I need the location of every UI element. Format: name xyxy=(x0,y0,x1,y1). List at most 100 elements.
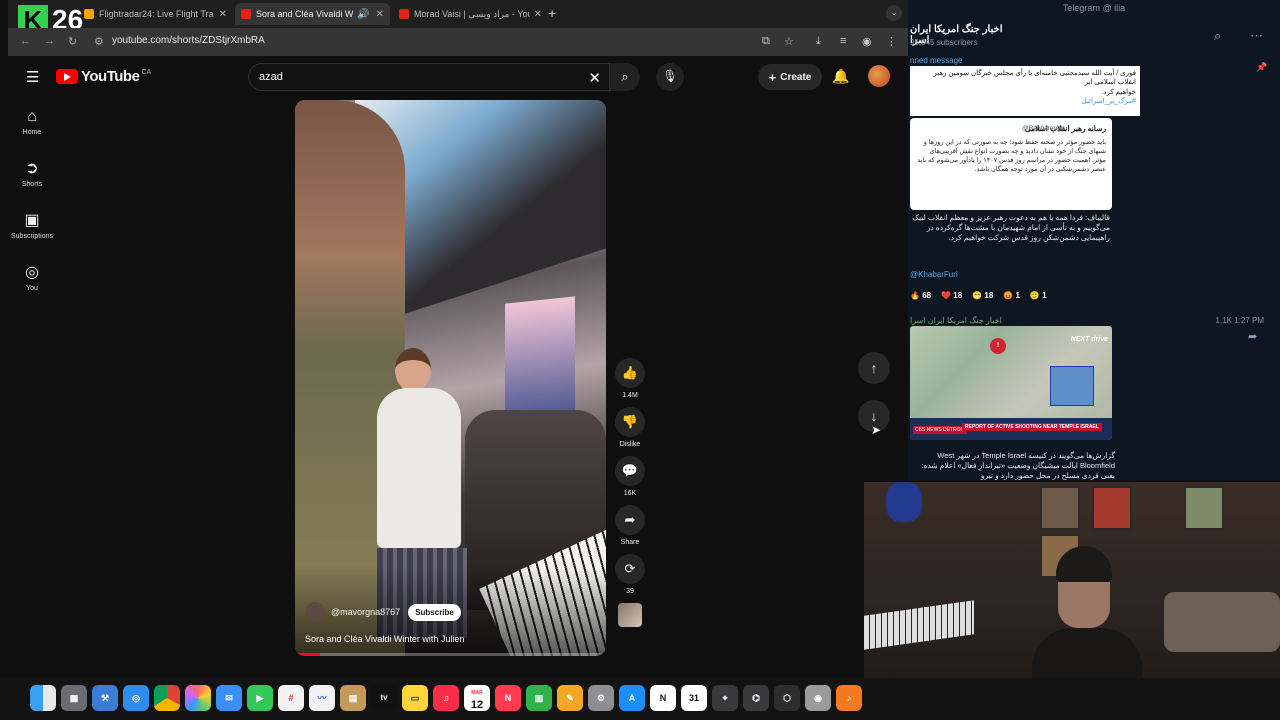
bookmark-star-icon[interactable]: ☆ xyxy=(784,35,794,48)
network-tool-icon[interactable]: ⌖ xyxy=(712,685,738,711)
search-icon: ⌕ xyxy=(621,69,629,84)
hashtag-link[interactable]: #مرگ_بر_اسرائیل xyxy=(914,97,1136,106)
like-button[interactable]: 👍 1.4M xyxy=(612,358,648,399)
tab-title: Sora and Cléa Vivaldi Win xyxy=(256,9,354,19)
site-info-icon[interactable]: ⚙ xyxy=(94,35,104,48)
stickies-icon[interactable]: ▭ xyxy=(402,685,428,711)
unity-icon[interactable]: ⬡ xyxy=(774,685,800,711)
profile-icon[interactable]: ◉ xyxy=(862,35,872,48)
reading-list-icon[interactable]: ≡ xyxy=(840,35,846,47)
close-tab-icon[interactable]: ✕ xyxy=(376,9,384,20)
search-icon[interactable]: ⌕ xyxy=(1214,28,1221,44)
post-author[interactable]: اخبار جنگ امریکا ایران اسرا xyxy=(910,316,1002,325)
reload-icon[interactable]: ↻ xyxy=(68,35,77,48)
more-options-icon[interactable]: ⋯ xyxy=(1250,28,1263,44)
search-query: azad xyxy=(259,71,283,83)
guide-item-you[interactable]: ◎ You xyxy=(8,262,56,292)
back-icon[interactable]: ← xyxy=(20,35,31,47)
source-link[interactable]: @KhabarFuri xyxy=(910,270,958,279)
news-caption: گزارش‌ها می‌گویند در کنیسه Temple Israel… xyxy=(921,451,1115,480)
tab-morad-vaisi[interactable]: Morad Vaisi | مراد ویسی - YouT ✕ xyxy=(393,3,548,25)
pinned-text: فوری / آیت الله سیدمجتبی خامنه‌ای با رأی… xyxy=(933,70,1136,87)
finder-icon[interactable] xyxy=(30,685,56,711)
notes-folder-icon[interactable]: ▤ xyxy=(340,685,366,711)
short-video-player[interactable]: @mavorgna8767 Subscribe Sora and Cléa Vi… xyxy=(295,100,606,656)
pin-icon[interactable]: 📌 xyxy=(1256,62,1267,73)
voice-search-button[interactable]: 🎙 xyxy=(656,63,684,91)
avatar[interactable] xyxy=(868,65,890,87)
calendar-31-icon[interactable]: 31 xyxy=(681,685,707,711)
channel-avatar[interactable] xyxy=(305,602,325,622)
disk-utility-icon[interactable]: ◉ xyxy=(805,685,831,711)
reaction-fire[interactable]: 🔥 68 xyxy=(910,291,931,300)
freeform-icon[interactable]: 〰 xyxy=(309,685,335,711)
tab-youtube-short[interactable]: Sora and Cléa Vivaldi Win 🔊 ✕ xyxy=(235,3,390,25)
search-button[interactable]: ⌕ xyxy=(610,63,640,91)
comments-button[interactable]: 💬 16K xyxy=(612,456,648,497)
close-tab-icon[interactable]: ✕ xyxy=(219,9,227,20)
network-tool-2-icon[interactable]: ⌬ xyxy=(743,685,769,711)
reaction-laugh[interactable]: 😁 18 xyxy=(972,291,993,300)
news-image[interactable]: ! NEXT drive CBS NEWS DETROIT REPORT OF … xyxy=(910,326,1112,440)
reaction-smile[interactable]: 🙂 1 xyxy=(1030,291,1047,300)
calendar-icon[interactable]: MAR 12 xyxy=(464,685,490,711)
guide-item-shorts[interactable]: ➲ Shorts xyxy=(8,158,56,188)
notion-icon[interactable]: N xyxy=(650,685,676,711)
guide-item-home[interactable]: ⌂ Home xyxy=(8,108,56,136)
facetime-icon[interactable]: ▶ xyxy=(247,685,273,711)
app-store-icon[interactable]: A xyxy=(619,685,645,711)
tab-search-button[interactable]: ⌄ xyxy=(886,5,902,21)
chrome-icon[interactable] xyxy=(154,685,180,711)
subscribe-button[interactable]: Subscribe xyxy=(408,603,461,621)
audio-icon[interactable]: 🔊 xyxy=(357,9,369,20)
system-settings-icon[interactable]: ⚙ xyxy=(588,685,614,711)
photos-icon[interactable] xyxy=(185,685,211,711)
install-icon[interactable]: ⧉ xyxy=(762,35,770,48)
xcode-icon[interactable]: ⚒ xyxy=(92,685,118,711)
guide-label: Subscriptions xyxy=(10,233,54,240)
forward-icon[interactable]: ➦ xyxy=(1248,330,1257,343)
youtube-logo[interactable]: YouTube CA xyxy=(56,68,151,85)
numbers-icon[interactable]: ▥ xyxy=(526,685,552,711)
clear-search-icon[interactable]: ✕ xyxy=(588,69,601,87)
news-icon[interactable]: N xyxy=(495,685,521,711)
forward-icon[interactable]: → xyxy=(44,35,55,47)
apple-tv-icon[interactable]: tv xyxy=(371,685,397,711)
share-button[interactable]: ➦ Share xyxy=(612,505,648,546)
video-title[interactable]: Sora and Cléa Vivaldi Winter with Julien xyxy=(305,634,464,644)
remix-button[interactable]: ⟳ 39 xyxy=(612,554,648,595)
channel-name[interactable]: @mavorgna8767 xyxy=(331,607,400,617)
reaction-heart[interactable]: ❤️ 18 xyxy=(941,291,962,300)
close-tab-icon[interactable]: ✕ xyxy=(534,9,542,20)
subscriptions-icon: ▣ xyxy=(24,212,40,229)
video-progress-bar[interactable] xyxy=(295,653,606,656)
sound-thumbnail[interactable] xyxy=(618,603,642,627)
mouse-cursor-icon: ➤ xyxy=(871,423,882,437)
safari-icon[interactable]: ◎ xyxy=(123,685,149,711)
guide-item-subscriptions[interactable]: ▣ Subscriptions xyxy=(8,210,56,240)
reaction-angry[interactable]: 😡 1 xyxy=(1003,291,1020,300)
menu-icon[interactable]: ☰ xyxy=(26,68,39,86)
country-code: CA xyxy=(141,68,152,76)
url-field[interactable]: youtube.com/shorts/ZDStjrXmbRA xyxy=(112,35,265,46)
tab-flightradar[interactable]: Flightradar24: Live Flight Tra ✕ xyxy=(78,3,233,25)
create-button[interactable]: + Create xyxy=(758,64,822,90)
quoted-tweet[interactable]: رسانه رهبر انقلاب اسلامی @Rahbarengh... … xyxy=(910,118,1112,210)
pinned-message[interactable]: فوری / آیت الله سیدمجتبی خامنه‌ای با رأی… xyxy=(910,66,1140,116)
previous-short-button[interactable]: ↑ xyxy=(858,352,890,384)
mail-icon[interactable]: ✉ xyxy=(216,685,242,711)
dislike-button[interactable]: 👎 Dislike xyxy=(612,407,648,448)
garageband-icon[interactable]: ♪ xyxy=(836,685,862,711)
new-tab-button[interactable]: + xyxy=(548,5,556,21)
menu-kebab-icon[interactable]: ⋮ xyxy=(886,35,897,48)
pages-icon[interactable]: ✎ xyxy=(557,685,583,711)
thumbs-up-icon: 👍 xyxy=(615,358,645,388)
notifications-bell-icon[interactable]: 🔔 xyxy=(832,68,849,85)
slack-icon[interactable]: # xyxy=(278,685,304,711)
music-icon[interactable]: ♫ xyxy=(433,685,459,711)
quote-text: باید حضور مؤثر در صحنه حفظ شود؛ چه به صو… xyxy=(917,139,1106,174)
search-input[interactable]: azad ✕ xyxy=(248,63,610,91)
thumbs-down-icon: 👎 xyxy=(615,407,645,437)
download-icon[interactable]: ⤓ xyxy=(816,35,821,48)
launchpad-icon[interactable]: ▦ xyxy=(61,685,87,711)
